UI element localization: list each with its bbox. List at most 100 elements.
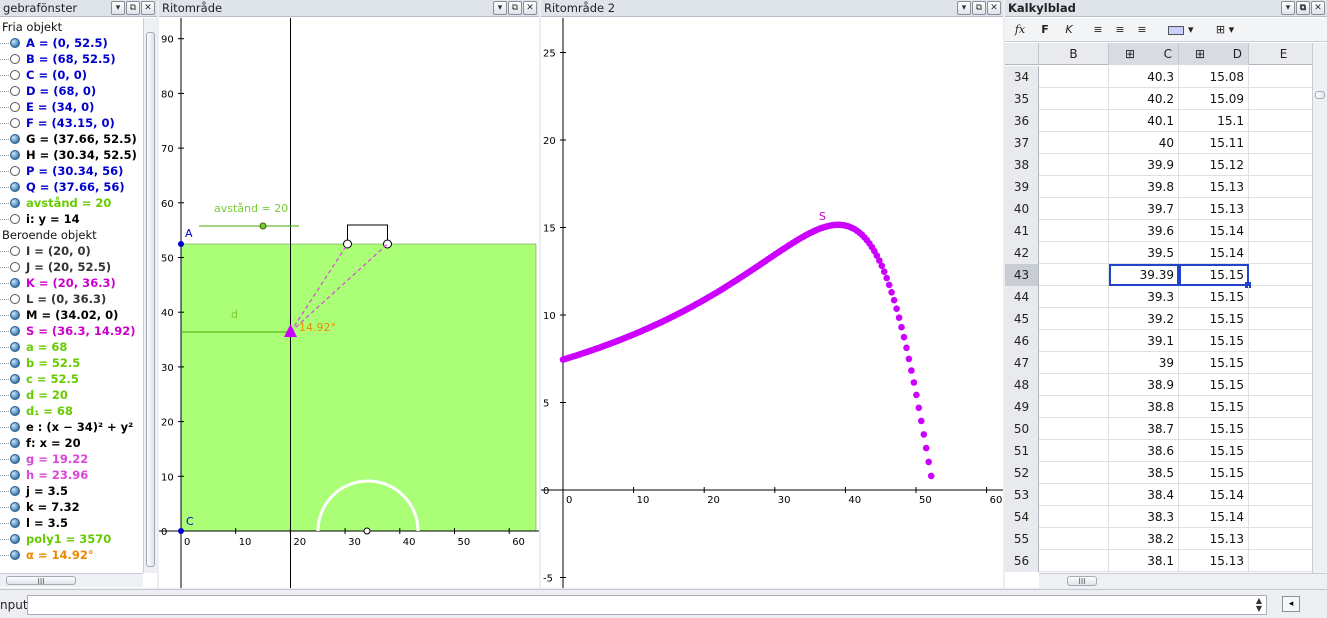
row-header[interactable]: 39 — [1005, 176, 1039, 198]
visibility-toggle-icon[interactable] — [10, 198, 20, 208]
cell-b[interactable] — [1039, 242, 1109, 264]
column-header-c[interactable]: ⊞ C — [1109, 43, 1179, 65]
close-icon[interactable]: ✕ — [523, 1, 537, 15]
row-header[interactable]: 40 — [1005, 198, 1039, 220]
cell-b[interactable] — [1039, 330, 1109, 352]
algebra-item[interactable]: K = (20, 36.3) — [0, 275, 143, 291]
cell-d[interactable]: 15.13 — [1179, 550, 1249, 572]
cell-b[interactable] — [1039, 396, 1109, 418]
cell-e[interactable] — [1249, 176, 1319, 198]
cell-d[interactable]: 15.13 — [1179, 198, 1249, 220]
row-header[interactable]: 50 — [1005, 418, 1039, 440]
algebra-item[interactable]: f: x = 20 — [0, 435, 143, 451]
algebra-item[interactable]: c = 52.5 — [0, 371, 143, 387]
cell-d[interactable]: 15.15 — [1179, 308, 1249, 330]
cell-b[interactable] — [1039, 264, 1109, 286]
align-center-icon[interactable]: ≡ — [1111, 21, 1129, 39]
algebra-item[interactable]: j = 3.5 — [0, 483, 143, 499]
algebra-item[interactable]: S = (36.3, 14.92) — [0, 323, 143, 339]
cell-c[interactable]: 39 — [1109, 352, 1179, 374]
cell-e[interactable] — [1249, 154, 1319, 176]
algebra-item[interactable]: d₁ = 68 — [0, 403, 143, 419]
algebra-item[interactable]: l = 3.5 — [0, 515, 143, 531]
algebra-item[interactable]: A = (0, 52.5) — [0, 35, 143, 51]
cell-e[interactable] — [1249, 462, 1319, 484]
algebra-item[interactable]: H = (30.34, 52.5) — [0, 147, 143, 163]
cell-b[interactable] — [1039, 418, 1109, 440]
bold-button[interactable]: F — [1035, 21, 1055, 39]
visibility-toggle-icon[interactable] — [10, 422, 20, 432]
algebra-item[interactable]: M = (34.02, 0) — [0, 307, 143, 323]
algebra-vertical-scrollbar[interactable] — [143, 18, 157, 573]
algebra-item[interactable]: e : (x − 34)² + y² — [0, 419, 143, 435]
cell-d[interactable]: 15.15 — [1179, 396, 1249, 418]
cell-b[interactable] — [1039, 286, 1109, 308]
close-icon[interactable]: ✕ — [987, 1, 1001, 15]
visibility-toggle-icon[interactable] — [10, 70, 20, 80]
visibility-toggle-icon[interactable] — [10, 454, 20, 464]
cell-d[interactable]: 15.15 — [1179, 286, 1249, 308]
visibility-toggle-icon[interactable] — [10, 310, 20, 320]
cell-e[interactable] — [1249, 506, 1319, 528]
row-header[interactable]: 38 — [1005, 154, 1039, 176]
cell-e[interactable] — [1249, 132, 1319, 154]
panel-menu-icon[interactable]: ▾ — [957, 1, 971, 15]
row-header[interactable]: 36 — [1005, 110, 1039, 132]
cell-d[interactable]: 15.09 — [1179, 88, 1249, 110]
cell-c[interactable]: 40.1 — [1109, 110, 1179, 132]
cell-e[interactable] — [1249, 286, 1319, 308]
row-header[interactable]: 45 — [1005, 308, 1039, 330]
cell-e[interactable] — [1249, 440, 1319, 462]
algebra-item[interactable]: E = (34, 0) — [0, 99, 143, 115]
cell-b[interactable] — [1039, 220, 1109, 242]
cell-b[interactable] — [1039, 374, 1109, 396]
row-header[interactable]: 34 — [1005, 66, 1039, 88]
cell-c[interactable]: 38.5 — [1109, 462, 1179, 484]
cell-c[interactable]: 40.3 — [1109, 66, 1179, 88]
column-header-e[interactable]: E — [1249, 43, 1319, 65]
visibility-toggle-icon[interactable] — [10, 406, 20, 416]
algebra-item[interactable]: a = 68 — [0, 339, 143, 355]
row-header[interactable]: 54 — [1005, 506, 1039, 528]
algebra-item[interactable]: G = (37.66, 52.5) — [0, 131, 143, 147]
visibility-toggle-icon[interactable] — [10, 38, 20, 48]
row-header[interactable]: 35 — [1005, 88, 1039, 110]
slider-handle[interactable] — [259, 222, 267, 230]
cell-c[interactable]: 39.39 — [1109, 264, 1179, 286]
cell-c[interactable]: 39.2 — [1109, 308, 1179, 330]
cell-b[interactable] — [1039, 352, 1109, 374]
scroll-thumb[interactable]: III — [6, 576, 76, 586]
cell-c[interactable]: 39.1 — [1109, 330, 1179, 352]
cell-b[interactable] — [1039, 132, 1109, 154]
cell-d[interactable]: 15.14 — [1179, 484, 1249, 506]
point-M[interactable] — [363, 527, 371, 535]
visibility-toggle-icon[interactable] — [10, 54, 20, 64]
italic-button[interactable]: K — [1059, 21, 1079, 39]
algebra-item[interactable]: d = 20 — [0, 387, 143, 403]
cell-d[interactable]: 15.15 — [1179, 418, 1249, 440]
cell-e[interactable] — [1249, 374, 1319, 396]
row-header[interactable]: 55 — [1005, 528, 1039, 550]
cell-b[interactable] — [1039, 528, 1109, 550]
undock-icon[interactable]: ⧉ — [1296, 1, 1310, 15]
visibility-toggle-icon[interactable] — [10, 118, 20, 128]
scroll-thumb[interactable] — [146, 32, 155, 567]
visibility-toggle-icon[interactable] — [10, 502, 20, 512]
cell-b[interactable] — [1039, 198, 1109, 220]
close-icon[interactable]: ✕ — [1311, 1, 1325, 15]
keyboard-toggle-icon[interactable]: ◂ — [1282, 596, 1300, 612]
algebra-item[interactable]: poly1 = 3570 — [0, 531, 143, 547]
panel-menu-icon[interactable]: ▾ — [1281, 1, 1295, 15]
algebra-item[interactable]: L = (0, 36.3) — [0, 291, 143, 307]
cell-d[interactable]: 15.1 — [1179, 110, 1249, 132]
visibility-toggle-icon[interactable] — [10, 518, 20, 528]
algebra-item[interactable]: avstånd = 20 — [0, 195, 143, 211]
visibility-toggle-icon[interactable] — [10, 294, 20, 304]
cell-e[interactable] — [1249, 396, 1319, 418]
formula-button[interactable]: fx — [1009, 21, 1031, 39]
panel-menu-icon[interactable]: ▾ — [111, 1, 125, 15]
cell-c[interactable]: 39.9 — [1109, 154, 1179, 176]
visibility-toggle-icon[interactable] — [10, 134, 20, 144]
visibility-toggle-icon[interactable] — [10, 470, 20, 480]
algebra-item[interactable]: C = (0, 0) — [0, 67, 143, 83]
